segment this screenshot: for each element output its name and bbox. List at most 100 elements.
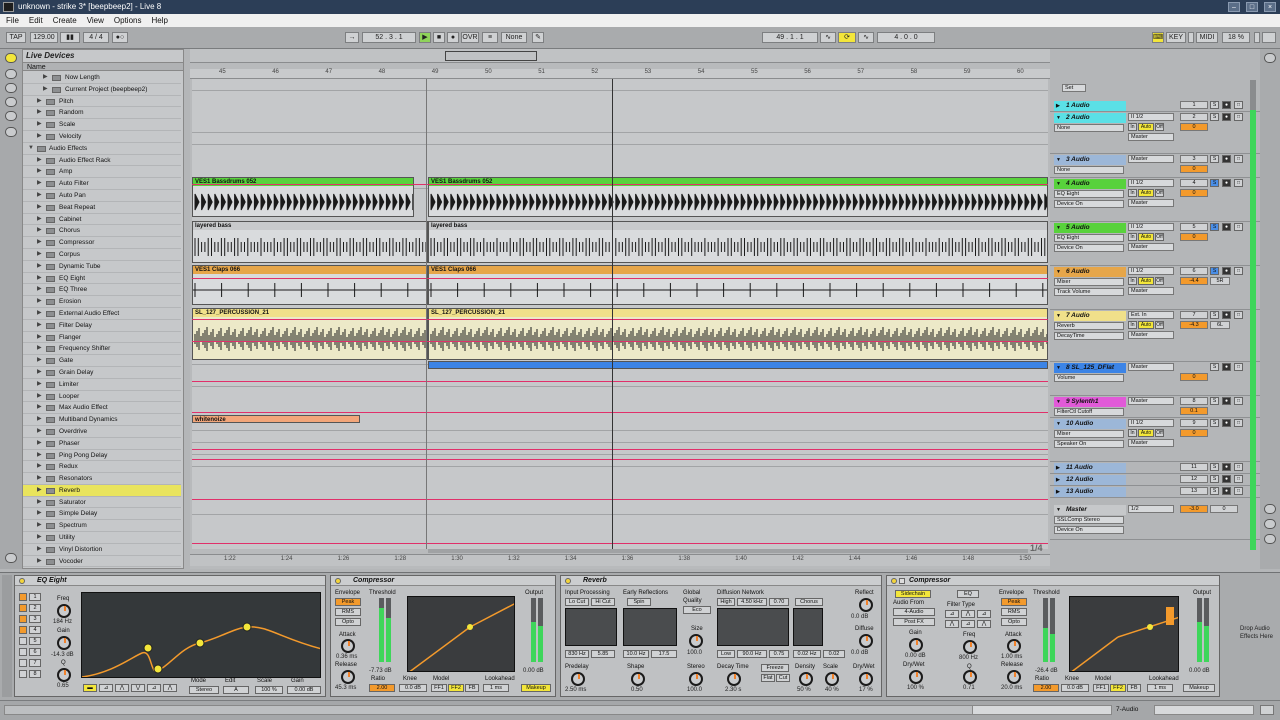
track-name[interactable]: 2 Audio xyxy=(1054,113,1126,123)
browser-item[interactable]: ▶ Saturator xyxy=(23,497,181,509)
activator-button[interactable]: □ xyxy=(1234,397,1243,405)
browser-item[interactable]: ▶ Max Audio Effect xyxy=(23,402,181,415)
expand-arrow-icon[interactable]: ▶ xyxy=(37,261,42,272)
drop-effects-area[interactable]: Drop Audio Effects Here xyxy=(1226,593,1276,693)
sc-gain-value[interactable]: 0.00 dB xyxy=(905,653,926,659)
filter-hs-icon[interactable]: ⊿ xyxy=(961,620,975,628)
audio-from-tap-select[interactable]: Post FX xyxy=(893,618,935,626)
sc-freq-knob[interactable] xyxy=(963,640,977,654)
output-chooser[interactable]: Master xyxy=(1128,243,1174,251)
computer-keyboard-icon[interactable]: ⌨ xyxy=(1152,32,1164,43)
menu-options[interactable]: Options xyxy=(114,14,142,27)
arm-button[interactable]: ● xyxy=(1222,419,1231,427)
decay-time-knob[interactable] xyxy=(727,672,741,686)
high-freq-field[interactable]: 4.50 kHz xyxy=(737,598,767,606)
solo-button[interactable]: S xyxy=(1210,397,1219,405)
draw-mode-icon[interactable]: ✎ xyxy=(532,32,544,43)
monitor-off-button[interactable]: Off xyxy=(1155,189,1164,197)
output-chooser[interactable]: Master xyxy=(1128,199,1174,207)
high-q-field[interactable]: 0.70 xyxy=(769,598,789,606)
expand-arrow-icon[interactable]: ▶ xyxy=(37,544,42,555)
solo-button[interactable]: S xyxy=(1210,101,1219,109)
mode-select[interactable]: Stereo xyxy=(189,686,219,694)
automation-line[interactable] xyxy=(192,543,1048,544)
release-knob[interactable] xyxy=(1007,670,1021,684)
audio-clip[interactable]: VES1 Bassdrums 052 xyxy=(192,177,414,217)
arm-button[interactable]: ● xyxy=(1222,179,1231,187)
filter-lp-icon[interactable]: ⊿ xyxy=(945,610,959,618)
makeup-button[interactable]: Makeup xyxy=(521,684,551,692)
knee-field[interactable]: 0.0 dB xyxy=(399,684,427,692)
peak-button[interactable]: Peak xyxy=(335,598,361,606)
freq-value[interactable]: 184 Hz xyxy=(53,619,72,625)
expand-arrow-icon[interactable]: ▶ xyxy=(37,214,42,225)
low-freq-field[interactable]: 90.0 Hz xyxy=(737,650,767,658)
monitor-in-button[interactable]: In xyxy=(1128,277,1137,285)
expand-arrow-icon[interactable]: ▶ xyxy=(37,473,42,484)
volume-field[interactable]: -4.4 xyxy=(1180,277,1208,285)
activator-button[interactable]: □ xyxy=(1234,419,1243,427)
browser-item[interactable]: ▶ Auto Pan xyxy=(23,190,181,202)
browser-item[interactable]: ▶ Grain Delay xyxy=(23,367,181,379)
overview-viewport[interactable] xyxy=(445,51,537,61)
expand-arrow-icon[interactable]: ▶ xyxy=(37,273,42,284)
arm-button[interactable]: ● xyxy=(1222,311,1231,319)
model-fb-button[interactable]: FB xyxy=(465,684,479,692)
loop-length-field[interactable]: 4 . 0 . 0 xyxy=(877,32,935,43)
browser-item[interactable]: ▶ Limiter xyxy=(23,379,181,391)
volume-field[interactable]: 0 xyxy=(1180,429,1208,437)
ratio-field[interactable]: 2.00 xyxy=(1033,684,1059,692)
expand-arrow-icon[interactable]: ▶ xyxy=(37,332,42,343)
expand-arrow-icon[interactable]: ▶ xyxy=(37,532,42,543)
band-enable-icon[interactable] xyxy=(19,637,27,645)
parameter-chooser[interactable]: Device On xyxy=(1054,200,1124,208)
expand-arrow-icon[interactable]: ▶ xyxy=(37,237,42,248)
scale-value[interactable]: 40 % xyxy=(825,687,839,693)
browser-item[interactable]: ▶ External Audio Effect xyxy=(23,308,181,320)
predelay-value[interactable]: 2.50 ms xyxy=(565,687,586,693)
model-ff2-button[interactable]: FF2 xyxy=(448,684,464,692)
band-select-button[interactable]: 6 xyxy=(29,648,41,656)
expand-arrow-icon[interactable]: ▼ xyxy=(28,143,34,154)
er-amount-field[interactable]: 17.5 xyxy=(651,650,677,658)
sc-gain-knob[interactable] xyxy=(909,638,923,652)
track-lane[interactable] xyxy=(192,431,1048,443)
release-value[interactable]: 20.0 ms xyxy=(1001,685,1022,691)
audio-from-select[interactable]: 4-Audio xyxy=(893,608,935,616)
output-value[interactable]: 0.00 dB xyxy=(1189,668,1210,674)
device-chooser[interactable]: Mixer xyxy=(1054,430,1124,438)
density-value[interactable]: 50 % xyxy=(797,687,811,693)
reflect-value[interactable]: 0.0 dB xyxy=(851,614,868,620)
quality-select[interactable]: Eco xyxy=(683,606,711,614)
rms-button[interactable]: RMS xyxy=(335,608,361,616)
device-chooser[interactable]: Volume xyxy=(1054,374,1124,382)
menu-view[interactable]: View xyxy=(87,14,104,27)
expand-arrow-icon[interactable]: ▶ xyxy=(37,131,42,142)
model-ff1-button[interactable]: FF1 xyxy=(1093,684,1109,692)
quantize-menu-icon[interactable]: ≡ xyxy=(482,32,498,43)
eq-node-4[interactable] xyxy=(242,622,252,632)
opto-button[interactable]: Opto xyxy=(335,618,361,626)
freq-knob[interactable] xyxy=(57,604,71,618)
chain-handle[interactable] xyxy=(2,575,12,697)
rms-button[interactable]: RMS xyxy=(1001,608,1027,616)
expand-arrow-icon[interactable]: ▶ xyxy=(37,119,42,130)
threshold-value[interactable]: -7.73 dB xyxy=(369,668,392,674)
eq-node-2[interactable] xyxy=(153,664,163,674)
volume-field[interactable]: 0 xyxy=(1180,123,1208,131)
browser-item[interactable]: ▶ Velocity xyxy=(23,131,181,143)
expand-arrow-icon[interactable]: ▶ xyxy=(43,72,48,83)
reflect-knob[interactable] xyxy=(859,598,873,612)
gain-knob[interactable] xyxy=(57,636,71,650)
expand-arrow-icon[interactable]: ▶ xyxy=(37,414,42,425)
browser-item[interactable]: ▶ Frequency Shifter xyxy=(23,343,181,356)
expand-arrow-icon[interactable]: ▶ xyxy=(37,438,42,449)
output-chooser[interactable]: Master xyxy=(1128,133,1174,141)
arm-button[interactable]: ● xyxy=(1222,101,1231,109)
automation-line[interactable] xyxy=(192,184,1048,185)
solo-button[interactable]: S xyxy=(1210,419,1219,427)
expand-arrow-icon[interactable]: ▶ xyxy=(37,107,42,118)
midi-track-icon[interactable] xyxy=(1260,705,1274,715)
browser-item[interactable]: ▶ Resonators xyxy=(23,473,181,485)
track-name[interactable]: 6 Audio xyxy=(1054,267,1126,277)
